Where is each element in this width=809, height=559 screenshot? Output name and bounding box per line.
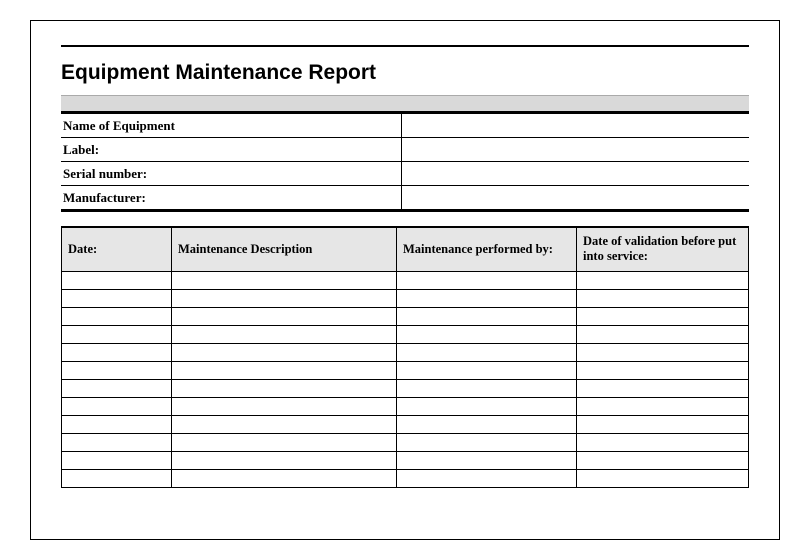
log-header-description: Maintenance Description xyxy=(172,227,397,271)
log-cell-description xyxy=(172,307,397,325)
info-label: Name of Equipment xyxy=(61,114,401,138)
log-cell-date xyxy=(62,325,172,343)
log-cell-description xyxy=(172,451,397,469)
log-row xyxy=(62,451,749,469)
title-gray-band xyxy=(61,95,749,111)
log-cell-description xyxy=(172,361,397,379)
log-cell-performed-by xyxy=(397,433,577,451)
log-cell-description xyxy=(172,343,397,361)
info-value xyxy=(401,162,749,186)
section-spacer xyxy=(61,212,749,226)
info-label: Label: xyxy=(61,138,401,162)
log-row xyxy=(62,325,749,343)
log-cell-performed-by xyxy=(397,397,577,415)
log-row xyxy=(62,271,749,289)
log-cell-performed-by xyxy=(397,361,577,379)
log-cell-description xyxy=(172,325,397,343)
log-cell-validation xyxy=(577,325,749,343)
log-row xyxy=(62,433,749,451)
log-row xyxy=(62,379,749,397)
log-cell-validation xyxy=(577,271,749,289)
log-cell-date xyxy=(62,343,172,361)
log-cell-performed-by xyxy=(397,289,577,307)
log-cell-validation xyxy=(577,361,749,379)
document-page: Equipment Maintenance Report Name of Equ… xyxy=(30,20,780,540)
log-cell-validation xyxy=(577,397,749,415)
log-cell-date xyxy=(62,307,172,325)
info-value xyxy=(401,186,749,211)
log-header-date: Date: xyxy=(62,227,172,271)
info-row: Name of Equipment xyxy=(61,114,749,138)
log-cell-description xyxy=(172,469,397,487)
log-header-validation: Date of validation before put into servi… xyxy=(577,227,749,271)
log-cell-validation xyxy=(577,307,749,325)
log-cell-date xyxy=(62,433,172,451)
log-cell-date xyxy=(62,289,172,307)
log-cell-validation xyxy=(577,379,749,397)
log-cell-performed-by xyxy=(397,271,577,289)
log-body xyxy=(62,271,749,487)
log-cell-validation xyxy=(577,415,749,433)
info-label: Manufacturer: xyxy=(61,186,401,211)
log-cell-description xyxy=(172,289,397,307)
log-cell-validation xyxy=(577,343,749,361)
log-row xyxy=(62,289,749,307)
info-row: Serial number: xyxy=(61,162,749,186)
equipment-info-table: Name of Equipment Label: Serial number: … xyxy=(61,114,749,212)
info-label: Serial number: xyxy=(61,162,401,186)
log-cell-validation xyxy=(577,451,749,469)
log-cell-performed-by xyxy=(397,307,577,325)
log-cell-date xyxy=(62,271,172,289)
log-cell-validation xyxy=(577,289,749,307)
report-title: Equipment Maintenance Report xyxy=(61,61,749,85)
log-cell-validation xyxy=(577,433,749,451)
log-header-performed-by: Maintenance performed by: xyxy=(397,227,577,271)
info-value xyxy=(401,114,749,138)
log-cell-date xyxy=(62,451,172,469)
log-row xyxy=(62,415,749,433)
log-cell-performed-by xyxy=(397,469,577,487)
log-header-row: Date: Maintenance Description Maintenanc… xyxy=(62,227,749,271)
log-row xyxy=(62,361,749,379)
log-cell-performed-by xyxy=(397,451,577,469)
info-row: Manufacturer: xyxy=(61,186,749,211)
log-cell-description xyxy=(172,433,397,451)
log-cell-performed-by xyxy=(397,325,577,343)
log-cell-date xyxy=(62,361,172,379)
log-cell-date xyxy=(62,379,172,397)
log-row xyxy=(62,307,749,325)
log-cell-description xyxy=(172,397,397,415)
log-cell-performed-by xyxy=(397,379,577,397)
maintenance-log-table: Date: Maintenance Description Maintenanc… xyxy=(61,226,749,488)
log-cell-performed-by xyxy=(397,415,577,433)
log-cell-description xyxy=(172,271,397,289)
log-cell-validation xyxy=(577,469,749,487)
info-row: Label: xyxy=(61,138,749,162)
log-cell-performed-by xyxy=(397,343,577,361)
log-cell-description xyxy=(172,379,397,397)
log-cell-date xyxy=(62,397,172,415)
log-row xyxy=(62,469,749,487)
log-cell-date xyxy=(62,469,172,487)
info-value xyxy=(401,138,749,162)
log-row xyxy=(62,397,749,415)
top-horizontal-rule xyxy=(61,45,749,47)
log-cell-date xyxy=(62,415,172,433)
log-row xyxy=(62,343,749,361)
log-cell-description xyxy=(172,415,397,433)
